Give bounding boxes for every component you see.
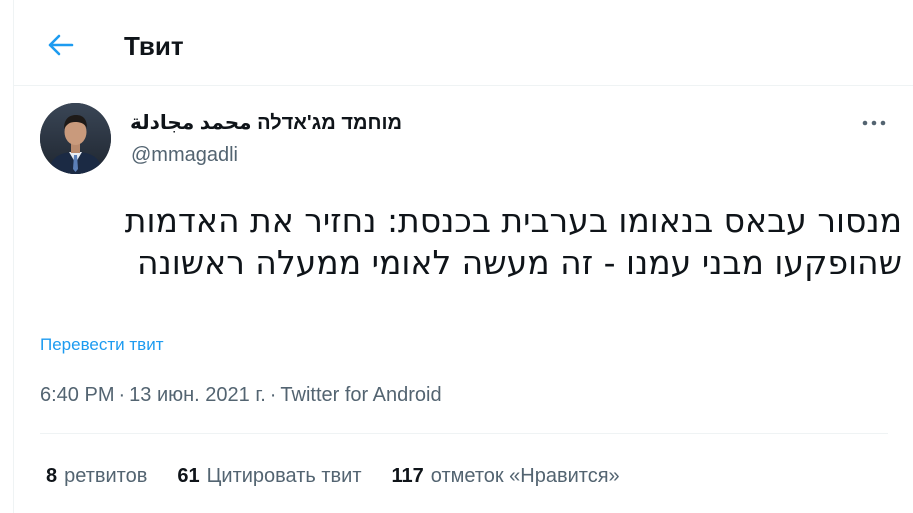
likes-stat[interactable]: 117 отметок «Нравится» xyxy=(392,463,620,489)
tweet-text: מנסור עבאס בנאומו בערבית בכנסת: נחזיר את… xyxy=(124,201,902,282)
profile-photo xyxy=(40,103,111,174)
page-title: Твит xyxy=(124,31,184,61)
quotes-count: 61 xyxy=(177,465,200,487)
tweet-detail-column: Твит מוחמד מג'אדלה محمد مجادلة @mmagadli xyxy=(13,0,913,513)
meta-separator: · xyxy=(118,384,126,406)
retweets-stat[interactable]: 8 ретвитов xyxy=(46,463,147,489)
more-horizontal-icon xyxy=(862,120,886,126)
engagement-stats: 8 ретвитов 61 Цитировать твит 117 отмето… xyxy=(46,462,620,490)
tweet-time[interactable]: 6:40 PM xyxy=(40,384,114,406)
arrow-left-icon xyxy=(48,34,74,56)
meta-separator: · xyxy=(269,384,277,406)
likes-label: отметок «Нравится» xyxy=(430,465,620,487)
quotes-stat[interactable]: 61 Цитировать твит xyxy=(177,463,361,489)
likes-count: 117 xyxy=(391,465,424,487)
translate-tweet-link[interactable]: Перевести твит xyxy=(40,334,163,356)
author-handle[interactable]: @mmagadli xyxy=(131,143,238,167)
retweets-count: 8 xyxy=(46,465,58,487)
divider xyxy=(40,433,888,434)
author-display-name[interactable]: מוחמד מג'אדלה محمد مجادلة xyxy=(130,111,402,135)
retweets-label: ретвитов xyxy=(64,465,148,487)
tweet-metadata: 6:40 PM · 13 июн. 2021 г. · Twitter for Andr… xyxy=(40,382,442,408)
page-header: Твит xyxy=(14,0,913,86)
avatar[interactable] xyxy=(40,103,111,174)
back-button[interactable] xyxy=(44,28,78,62)
tweet-date[interactable]: 13 июн. 2021 г. xyxy=(129,384,266,406)
quotes-label: Цитировать твит xyxy=(206,465,362,487)
more-options-button[interactable] xyxy=(859,110,889,136)
tweet-source[interactable]: Twitter for Android xyxy=(280,384,441,406)
